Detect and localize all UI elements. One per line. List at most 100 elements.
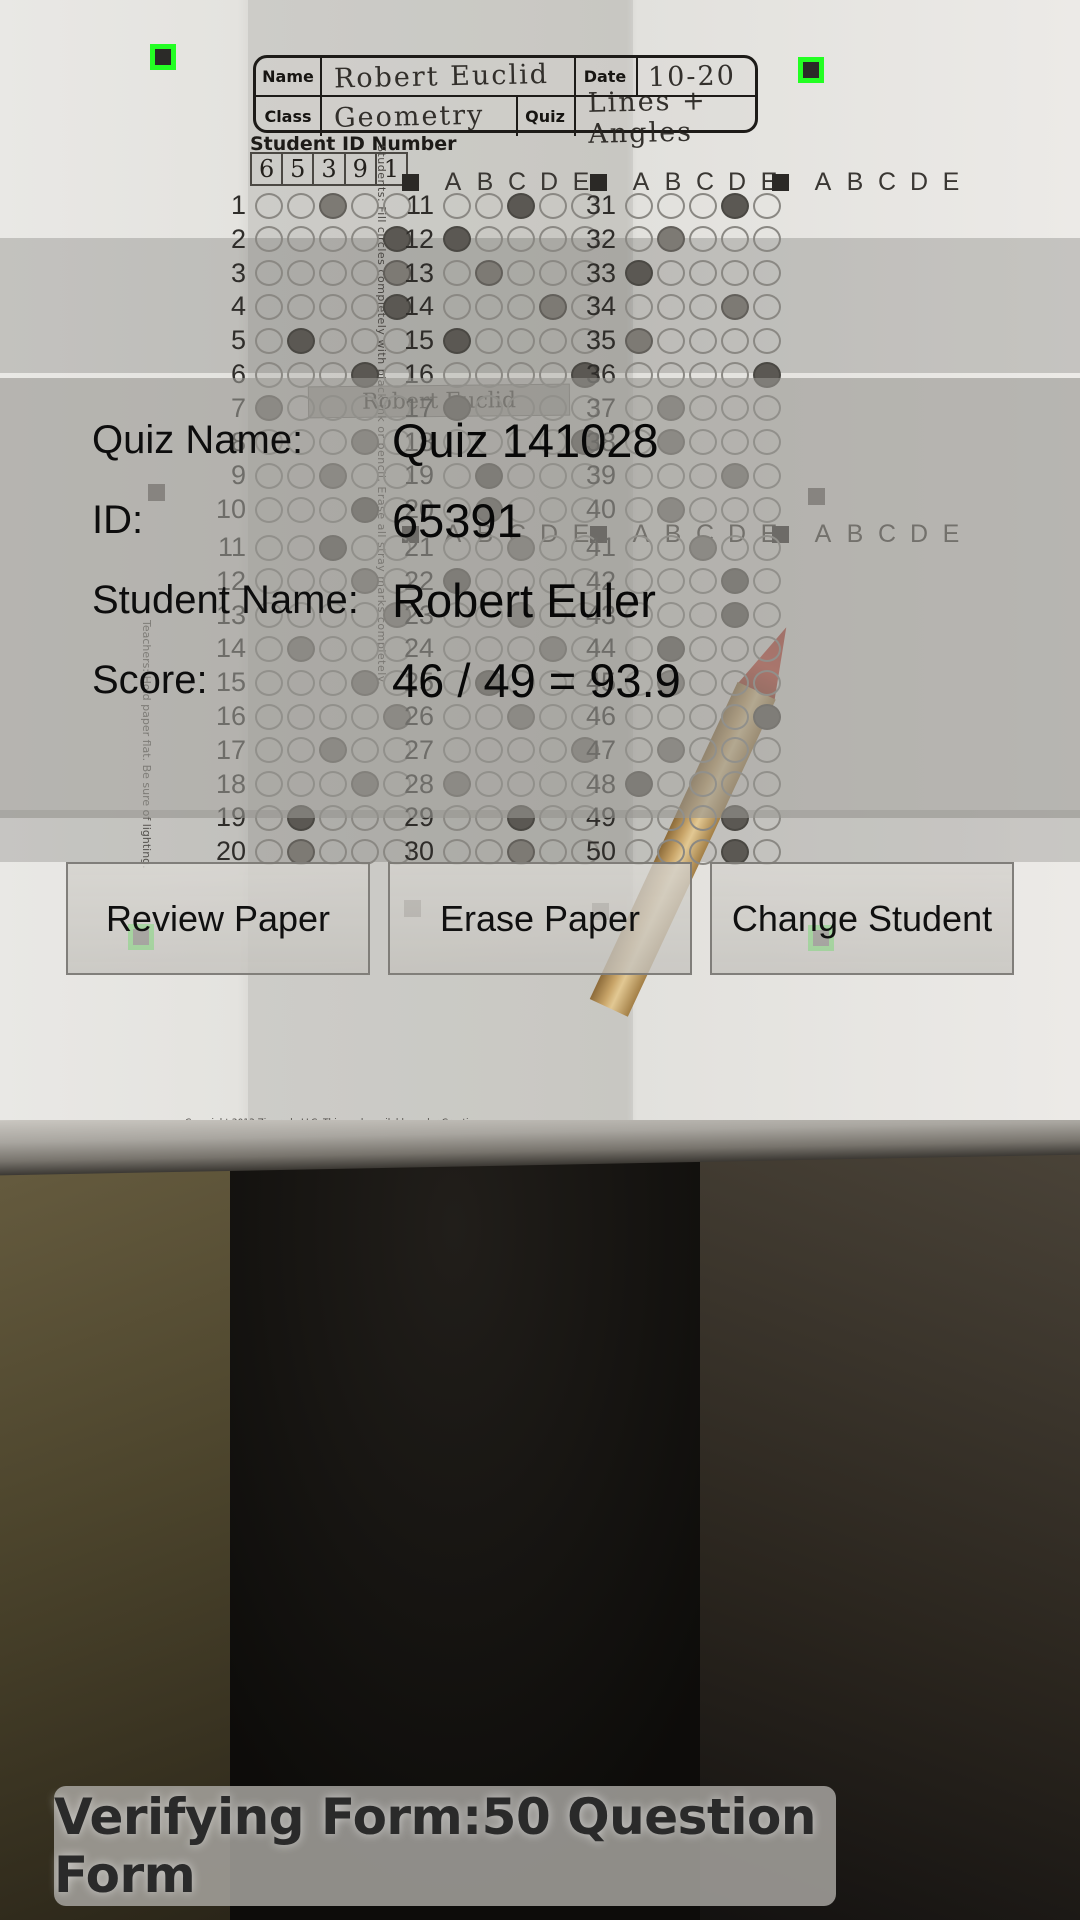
bubble-empty xyxy=(657,838,685,865)
bubble-empty xyxy=(351,327,379,354)
result-info-panel: Quiz Name: Quiz 141028 ID: 65391 Student… xyxy=(0,400,1080,720)
bubble-filled xyxy=(475,260,503,287)
score-label: Score: xyxy=(92,657,208,702)
bubble-filled xyxy=(443,226,471,253)
bubble-filled xyxy=(657,226,685,253)
bubble-empty xyxy=(753,260,781,287)
info-row-id: ID: 65391 xyxy=(0,480,1080,560)
question-number: 14 xyxy=(403,291,434,322)
bubble-empty xyxy=(351,838,379,865)
bubble-empty xyxy=(507,293,535,320)
bubble-empty xyxy=(443,838,471,865)
id-label: ID: xyxy=(92,497,144,542)
answer-row: 1 xyxy=(202,190,415,221)
question-number: 31 xyxy=(585,190,616,220)
student-name-label: Student Name: xyxy=(92,577,359,622)
answer-row: 32 xyxy=(572,224,785,255)
question-number: 34 xyxy=(585,291,616,322)
quiz-name-label: Quiz Name: xyxy=(92,417,304,462)
screen-root: Name Robert Euclid Date 10-20 Class Geom… xyxy=(0,0,1080,1920)
review-paper-button[interactable]: Review Paper xyxy=(66,862,370,975)
bubble-filled xyxy=(319,192,347,219)
bubble-empty xyxy=(443,293,471,320)
bubble-empty xyxy=(319,260,347,287)
bubble-empty xyxy=(475,226,503,253)
bubble-empty xyxy=(753,226,781,253)
bubble-empty xyxy=(753,192,781,219)
bubble-filled xyxy=(721,838,749,865)
bubble-empty xyxy=(721,226,749,253)
bubble-empty xyxy=(319,226,347,253)
erase-paper-button[interactable]: Erase Paper xyxy=(388,862,692,975)
answer-row: 35 xyxy=(572,325,785,356)
bubble-empty xyxy=(625,192,653,219)
question-number: 15 xyxy=(403,325,434,356)
timing-mark-icon xyxy=(590,174,607,191)
bubble-empty xyxy=(539,226,567,253)
bubble-filled xyxy=(287,838,315,865)
question-number: 1 xyxy=(230,190,246,220)
bubble-empty xyxy=(287,293,315,320)
timing-mark-icon xyxy=(402,174,419,191)
bubble-empty xyxy=(721,327,749,354)
bubble-filled xyxy=(721,293,749,320)
bubble-empty xyxy=(475,293,503,320)
bubble-empty xyxy=(475,838,503,865)
bubble-filled xyxy=(507,838,535,865)
answer-row: 31 xyxy=(572,190,785,221)
quiz-name-value: Quiz 141028 xyxy=(392,413,659,467)
question-number: 33 xyxy=(585,257,616,288)
score-value: 46 / 49 = 93.9 xyxy=(392,653,681,707)
registration-marker-top-right xyxy=(798,57,824,83)
info-row-quiz-name: Quiz Name: Quiz 141028 xyxy=(0,400,1080,480)
bubble-empty xyxy=(689,838,717,865)
question-number: 4 xyxy=(230,291,246,322)
bubble-empty xyxy=(475,192,503,219)
bubble-empty xyxy=(753,327,781,354)
question-number: 32 xyxy=(585,223,616,254)
answer-row: 33 xyxy=(572,258,785,289)
bubble-empty xyxy=(625,293,653,320)
bubble-empty xyxy=(689,260,717,287)
timing-mark-icon xyxy=(772,174,789,191)
bubble-empty xyxy=(255,192,283,219)
bubble-empty xyxy=(657,192,685,219)
answer-row: 2 xyxy=(202,224,415,255)
answer-row: 5 xyxy=(202,325,415,356)
bubble-empty xyxy=(625,226,653,253)
question-number: 5 xyxy=(230,325,246,356)
question-number: 3 xyxy=(230,257,246,288)
bubble-empty xyxy=(255,327,283,354)
answer-letter-label: D xyxy=(909,168,929,196)
bubble-empty xyxy=(287,192,315,219)
registration-marker-top-left xyxy=(150,44,176,70)
question-number: 2 xyxy=(230,223,246,254)
answer-row: 3 xyxy=(202,258,415,289)
question-number: 35 xyxy=(585,325,616,356)
bubble-empty xyxy=(443,192,471,219)
answer-letter-label: E xyxy=(942,168,960,196)
bubble-filled xyxy=(625,260,653,287)
id-value: 65391 xyxy=(392,493,523,547)
bubble-empty xyxy=(539,327,567,354)
answer-row: 4 xyxy=(202,291,415,322)
answer-row: 34 xyxy=(572,291,785,322)
bubble-empty xyxy=(287,226,315,253)
answer-letter-label: B xyxy=(846,168,864,196)
bubble-empty xyxy=(351,293,379,320)
bubble-filled xyxy=(721,192,749,219)
bubble-empty xyxy=(657,293,685,320)
bubble-empty xyxy=(255,838,283,865)
info-row-score: Score: 46 / 49 = 93.9 xyxy=(0,640,1080,720)
bubble-empty xyxy=(351,192,379,219)
bubble-empty xyxy=(507,260,535,287)
bubble-empty xyxy=(657,260,685,287)
status-toast: Verifying Form:50 Question Form xyxy=(54,1786,836,1906)
bubble-empty xyxy=(255,226,283,253)
bubble-empty xyxy=(539,838,567,865)
bubble-filled xyxy=(625,327,653,354)
bubble-empty xyxy=(721,260,749,287)
bubble-empty xyxy=(319,327,347,354)
bubble-empty xyxy=(319,838,347,865)
change-student-button[interactable]: Change Student xyxy=(710,862,1014,975)
